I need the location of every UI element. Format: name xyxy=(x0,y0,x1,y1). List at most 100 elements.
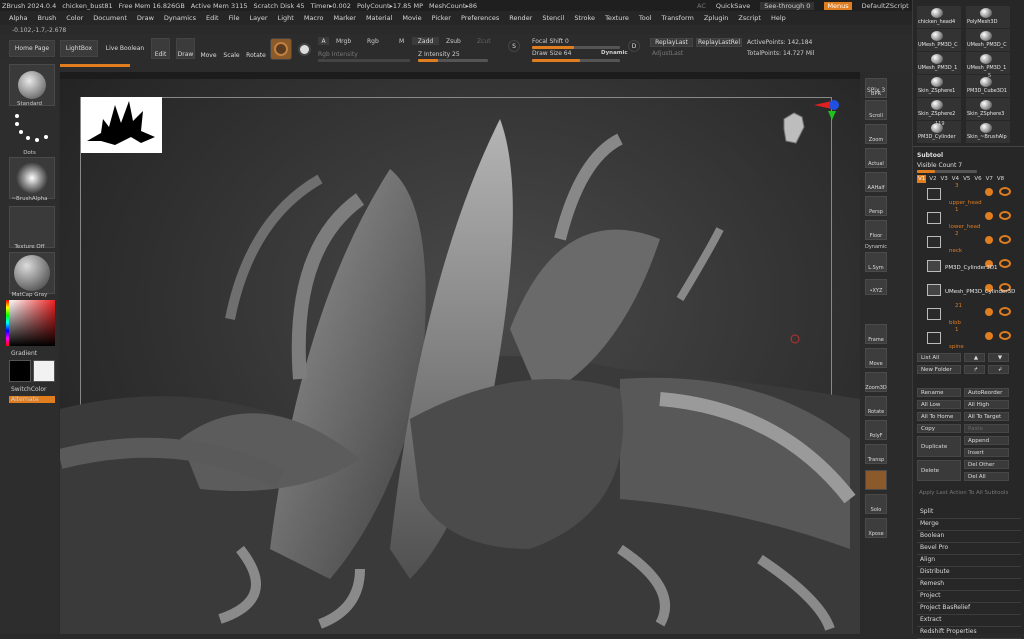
subtool-row[interactable]: 3 upper_head xyxy=(927,183,1021,208)
menu-material[interactable]: Material xyxy=(366,14,392,22)
switchcolor-button[interactable]: SwitchColor xyxy=(11,386,47,393)
stroke-selector[interactable] xyxy=(9,110,55,152)
replaylast-button[interactable]: ReplayLast xyxy=(650,38,693,47)
visible-count-slider[interactable] xyxy=(917,170,977,173)
persp-button[interactable]: Persp xyxy=(865,196,887,216)
live-boolean-button[interactable]: Live Boolean xyxy=(103,40,147,57)
actual-button[interactable]: Actual xyxy=(865,148,887,168)
gear-icon[interactable] xyxy=(985,188,993,196)
visibility-tab[interactable]: V5 xyxy=(962,175,971,183)
frame-button[interactable]: Frame xyxy=(865,324,887,344)
dynamic-toggle[interactable]: Dynamic xyxy=(601,50,628,56)
xpose-button[interactable]: Xpose xyxy=(865,518,887,538)
subtool-row[interactable]: 21 blob xyxy=(927,303,1021,328)
apply-last-action-button[interactable]: Apply Last Action To All Subtools xyxy=(919,490,1008,496)
move-view-button[interactable]: Move xyxy=(865,348,887,368)
del-all-button[interactable]: Del All xyxy=(964,472,1009,481)
tool-thumbnail[interactable]: Skin_~BrushAlp xyxy=(966,121,1010,143)
menu-zscript[interactable]: Zscript xyxy=(738,14,761,22)
move-down-button[interactable]: ▼ xyxy=(988,353,1009,362)
move-button[interactable]: Move xyxy=(200,38,217,59)
lightbox-button[interactable]: LightBox xyxy=(60,40,98,57)
move-in-button[interactable]: ↱ xyxy=(964,365,985,374)
tool-thumbnail[interactable]: UMesh_PM3D_C xyxy=(917,29,961,51)
zsub-toggle[interactable]: Zsub xyxy=(446,38,461,45)
menu-stroke[interactable]: Stroke xyxy=(574,14,595,22)
menu-tool[interactable]: Tool xyxy=(639,14,652,22)
zoom-button[interactable]: Zoom xyxy=(865,124,887,144)
scale-button[interactable]: Scale xyxy=(223,38,240,59)
menu-brush[interactable]: Brush xyxy=(37,14,56,22)
menu-document[interactable]: Document xyxy=(93,14,127,22)
eye-icon[interactable] xyxy=(999,235,1011,244)
menu-file[interactable]: File xyxy=(229,14,240,22)
zadd-toggle[interactable]: Zadd xyxy=(412,37,439,45)
a-toggle[interactable]: A xyxy=(318,37,329,45)
tool-thumbnail[interactable]: Skin_ZSphere2 xyxy=(917,98,961,120)
alpha-selector[interactable] xyxy=(9,157,55,199)
eye-icon[interactable] xyxy=(999,187,1011,196)
visible-count[interactable]: Visible Count 7 xyxy=(917,162,962,169)
mrgb-toggle[interactable]: Mrgb xyxy=(336,38,351,45)
polyf-button[interactable]: PolyF xyxy=(865,420,887,440)
all-high-button[interactable]: All High xyxy=(964,400,1009,409)
axis-gizmo-icon[interactable] xyxy=(812,97,840,121)
ghost-button[interactable] xyxy=(865,470,887,490)
focal-shift-slider[interactable] xyxy=(532,46,620,49)
draw-size-slider[interactable] xyxy=(532,59,620,62)
tool-thumbnail[interactable]: PolyMesh3D xyxy=(966,6,1010,28)
z-intensity-slider[interactable] xyxy=(418,59,488,62)
menu-edit[interactable]: Edit xyxy=(206,14,219,22)
gear-icon[interactable] xyxy=(985,212,993,220)
append-button[interactable]: Append xyxy=(964,436,1009,445)
hue-strip[interactable] xyxy=(6,300,9,346)
stroke-icon[interactable] xyxy=(295,38,313,60)
menu-macro[interactable]: Macro xyxy=(304,14,324,22)
subtool-row[interactable]: 2 neck xyxy=(927,231,1021,256)
autoreorder-button[interactable]: AutoReorder xyxy=(964,388,1009,397)
copy-button[interactable]: Copy xyxy=(917,424,961,433)
transp-button[interactable]: Transp xyxy=(865,444,887,464)
insert-button[interactable]: Insert xyxy=(964,448,1009,457)
canvas-viewport[interactable] xyxy=(60,79,860,634)
tool-thumbnail[interactable]: chicken_head4 xyxy=(917,6,961,28)
submenu-extract[interactable]: Extract xyxy=(920,616,942,623)
menu-dynamics[interactable]: Dynamics xyxy=(164,14,196,22)
subtool-row[interactable]: PM3D_Cylinder3D1 xyxy=(927,258,1021,280)
secondary-color-swatch[interactable] xyxy=(33,360,55,382)
submenu-bevel-pro[interactable]: Bevel Pro xyxy=(920,544,948,551)
edit-button[interactable]: Edit xyxy=(151,38,170,59)
move-up-button[interactable]: ▲ xyxy=(964,353,985,362)
menu-preferences[interactable]: Preferences xyxy=(461,14,499,22)
visibility-tab[interactable]: V8 xyxy=(996,175,1005,183)
menu-draw[interactable]: Draw xyxy=(137,14,154,22)
menu-color[interactable]: Color xyxy=(66,14,83,22)
rename-button[interactable]: Rename xyxy=(917,388,961,397)
menu-stencil[interactable]: Stencil xyxy=(542,14,564,22)
rgb-intensity-slider[interactable]: Rgb Intensity xyxy=(318,51,358,58)
menu-picker[interactable]: Picker xyxy=(432,14,451,22)
new-folder-button[interactable]: New Folder xyxy=(917,365,961,374)
submenu-split[interactable]: Split xyxy=(920,508,933,515)
menu-transform[interactable]: Transform xyxy=(662,14,694,22)
menu-marker[interactable]: Marker xyxy=(333,14,355,22)
orientation-head-icon[interactable] xyxy=(778,109,810,147)
rotate-button[interactable]: Rotate xyxy=(246,38,266,59)
menu-help[interactable]: Help xyxy=(771,14,786,22)
eye-icon[interactable] xyxy=(999,259,1011,268)
texture-selector[interactable] xyxy=(9,206,55,248)
visibility-tab[interactable]: V4 xyxy=(951,175,960,183)
tool-thumbnail[interactable]: Skin_ZSphere1 xyxy=(917,75,961,97)
brush-selector[interactable] xyxy=(9,64,55,106)
tool-thumbnail[interactable]: UMesh_PM3D_C xyxy=(966,29,1010,51)
aahalf-button[interactable]: AAHalf xyxy=(865,172,887,192)
submenu-project-basrelief[interactable]: Project BasRelief xyxy=(920,604,970,611)
gear-icon[interactable] xyxy=(985,308,993,316)
all-low-button[interactable]: All Low xyxy=(917,400,961,409)
visibility-tab[interactable]: V7 xyxy=(985,175,994,183)
move-out-button[interactable]: ↲ xyxy=(988,365,1009,374)
default-zscript[interactable]: DefaultZScript xyxy=(862,2,909,10)
del-other-button[interactable]: Del Other xyxy=(964,460,1009,469)
visibility-tab[interactable]: V3 xyxy=(940,175,949,183)
submenu-remesh[interactable]: Remesh xyxy=(920,580,944,587)
